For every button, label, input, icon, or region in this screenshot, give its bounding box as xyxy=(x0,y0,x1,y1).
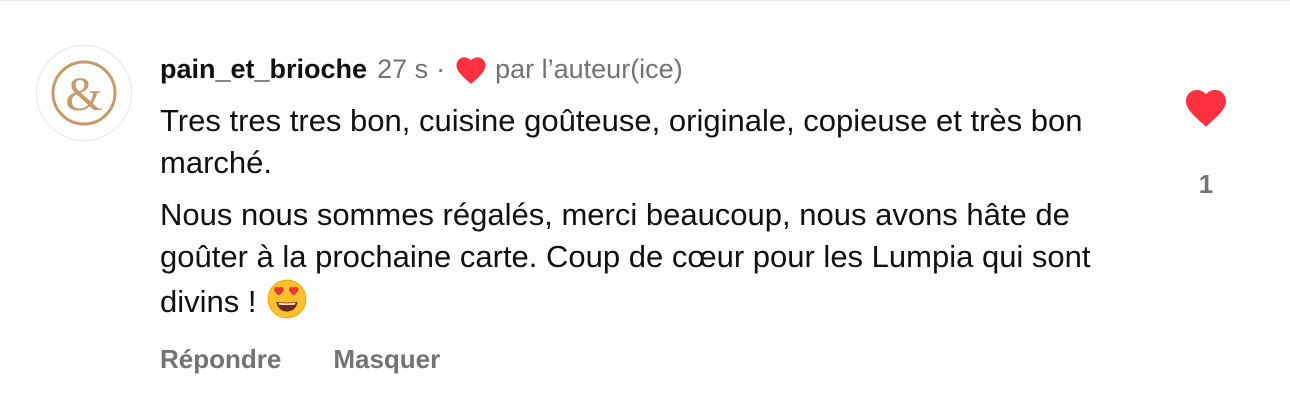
hide-button[interactable]: Masquer xyxy=(333,344,440,375)
heart-icon xyxy=(453,53,489,85)
comment-actions: Répondre Masquer xyxy=(160,344,440,375)
avatar[interactable]: & xyxy=(36,45,132,141)
timestamp[interactable]: 27 s xyxy=(377,54,428,85)
like-count[interactable]: 1 xyxy=(1176,169,1236,200)
comment-meta: pain_et_brioche 27 s · par l’auteur(ice) xyxy=(160,50,1120,88)
like-heart-button[interactable] xyxy=(1182,84,1230,133)
top-divider xyxy=(0,0,1290,1)
comment: pain_et_brioche 27 s · par l’auteur(ice)… xyxy=(160,50,1120,331)
comment-paragraph-with-emoji: Nous nous sommes régalés, merci beaucoup… xyxy=(160,194,1120,331)
username-link[interactable]: pain_et_brioche xyxy=(160,54,367,85)
liked-by-author-label: par l’auteur(ice) xyxy=(495,53,683,84)
like-column: 1 xyxy=(1176,84,1236,200)
comment-paragraph: Tres tres tres bon, cuisine goûteuse, or… xyxy=(160,103,1083,180)
svg-text:&: & xyxy=(65,68,102,121)
comment-body: Tres tres tres bon, cuisine goûteuse, or… xyxy=(160,100,1120,331)
heart-eyes-emoji-icon xyxy=(266,278,308,331)
heart-icon xyxy=(1186,90,1226,127)
ampersand-logo-icon: & xyxy=(51,60,117,126)
separator-dot: · xyxy=(436,53,446,84)
reply-button[interactable]: Répondre xyxy=(160,344,281,375)
